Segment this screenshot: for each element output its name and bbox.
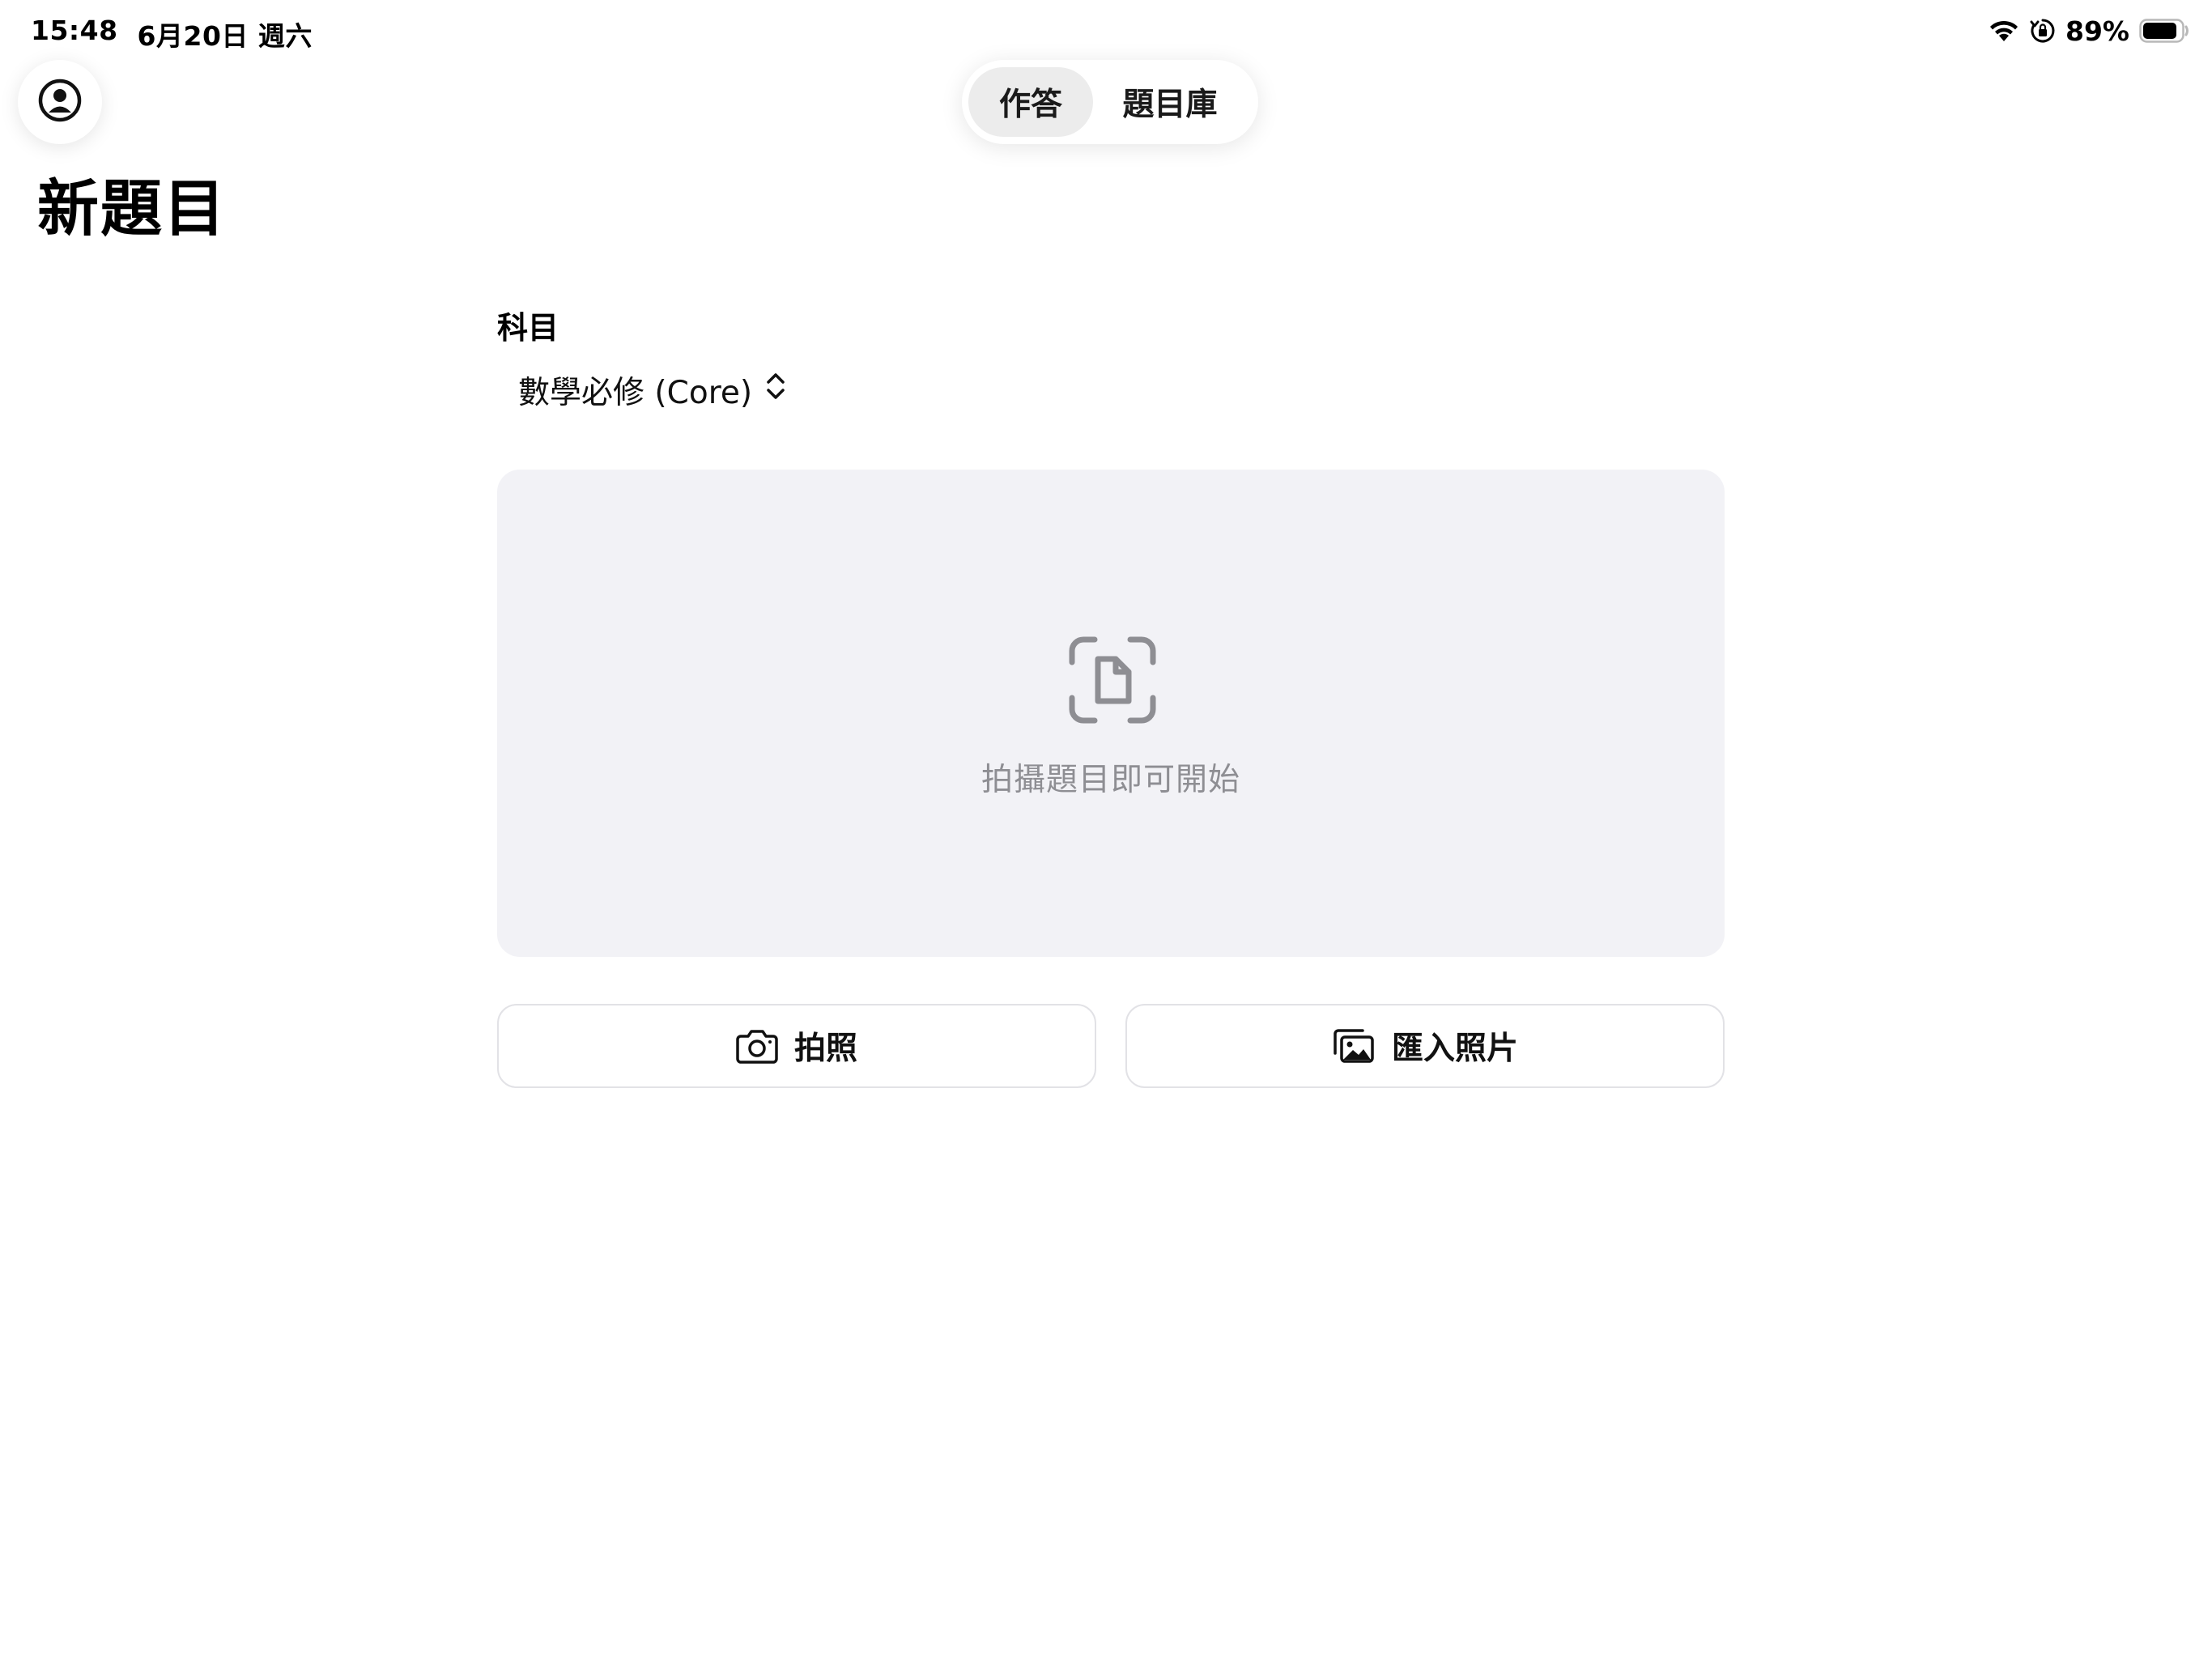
tab-answer[interactable]: 作答	[968, 67, 1093, 137]
import-photo-button[interactable]: 匯入照片	[1125, 1004, 1725, 1088]
subject-picker[interactable]: 數學必修 (Core)	[518, 366, 786, 414]
tab-question-bank[interactable]: 題目庫	[1093, 67, 1247, 137]
orientation-lock-icon	[2030, 18, 2056, 44]
chevron-up-down-icon	[765, 371, 786, 410]
document-scan-icon	[1069, 636, 1156, 724]
status-left: 15:48 6月20日 週六	[31, 15, 313, 53]
status-time: 15:48	[31, 15, 118, 46]
take-photo-button[interactable]: 拍照	[497, 1004, 1096, 1088]
capture-area[interactable]: 拍攝題目即可開始	[497, 470, 1725, 957]
wifi-icon	[1988, 19, 2020, 43]
capture-hint: 拍攝題目即可開始	[981, 762, 1240, 798]
photo-stack-icon	[1332, 1027, 1376, 1065]
person-circle-icon	[37, 78, 83, 126]
tab-switcher: 作答 題目庫	[962, 60, 1258, 144]
subject-label: 科目	[497, 310, 559, 346]
subject-selected-value: 數學必修 (Core)	[518, 375, 753, 411]
battery-percent: 89%	[2065, 15, 2129, 47]
status-bar: 15:48 6月20日 週六 89%	[0, 0, 2212, 62]
status-date: 6月20日 週六	[137, 20, 313, 52]
page-title: 新題目	[37, 172, 227, 244]
import-photo-label: 匯入照片	[1391, 1031, 1518, 1067]
battery-icon	[2139, 19, 2189, 43]
status-right: 89%	[1988, 11, 2189, 50]
take-photo-label: 拍照	[793, 1031, 857, 1067]
profile-button[interactable]	[18, 60, 102, 144]
camera-icon	[736, 1028, 778, 1064]
app-window: 15:48 6月20日 週六 89% 作答 題目庫 新題目 科目 數學必修 (C…	[0, 0, 2212, 1658]
